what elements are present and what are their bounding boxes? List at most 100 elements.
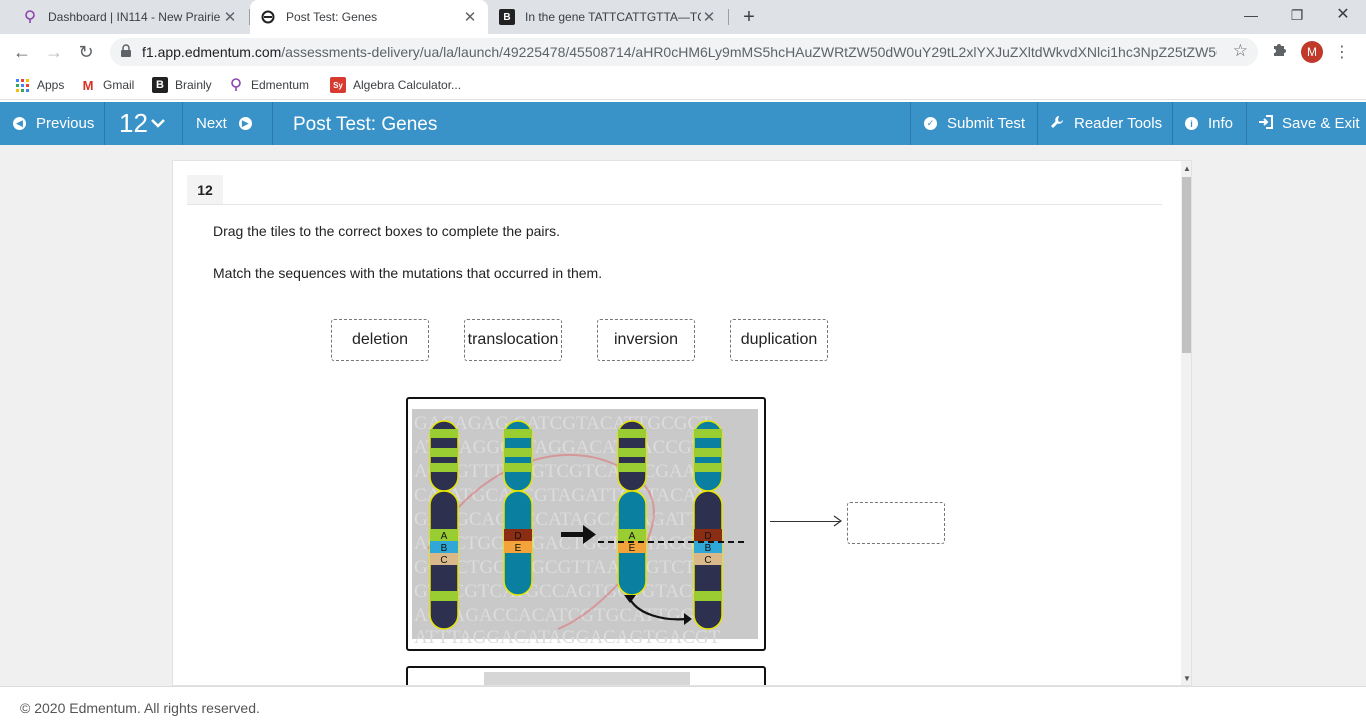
chromosome-diagram: GACAGAG CATCGTACATTGCGCT ATTTAGGCATAGGAC… (412, 409, 758, 648)
save-exit-label: Save & Exit (1282, 115, 1360, 132)
header-divider (182, 102, 183, 145)
back-arrow-icon[interactable]: ← (10, 40, 34, 64)
tile-inversion[interactable]: inversion (597, 319, 695, 361)
scrollbar-thumb[interactable] (1182, 177, 1191, 353)
bookmark-apps[interactable]: Apps (14, 76, 64, 94)
gene-label: B (705, 543, 712, 554)
new-tab-plus-icon[interactable]: + (737, 5, 761, 29)
question-panel: 12 Drag the tiles to the correct boxes t… (172, 160, 1192, 686)
submit-label: Submit Test (947, 115, 1026, 132)
info-circle-icon: i (1185, 117, 1198, 130)
menu-kebab-icon[interactable]: ⋮ (1334, 42, 1350, 62)
bookmark-label: Algebra Calculator... (353, 78, 462, 92)
figure-image (484, 672, 690, 685)
chromosome-2: D E (503, 420, 533, 596)
second-figure (406, 666, 766, 685)
copyright-text: © 2020 Edmentum. All rights reserved. (20, 700, 260, 716)
bookmarks-bar: Apps M Gmail B Brainly Edmentum Sy Algeb… (0, 70, 1366, 100)
sign-out-icon (1258, 114, 1273, 133)
previous-button[interactable]: ◀ Previous (13, 102, 94, 145)
tab-brainly[interactable]: B In the gene TATTCATTGTTA—TGA ✕ (489, 0, 727, 34)
close-icon[interactable]: ✕ (462, 8, 478, 26)
svg-text:GACAGAG CATCGTACATTGCGCT: GACAGAG CATCGTACATTGCGCT (414, 413, 712, 434)
bookmark-label: Brainly (175, 78, 212, 92)
header-divider (104, 102, 105, 145)
edmentum-icon (22, 9, 38, 25)
test-content-area: 12 Drag the tiles to the correct boxes t… (0, 145, 1366, 686)
header-divider (1037, 102, 1038, 145)
svg-text:GGGCTGCTGGCGTTAACCGTCTAG: GGGCTGCTGGCGTTAACCGTCTAG (414, 557, 722, 578)
bookmark-label: Apps (37, 78, 65, 92)
chevron-down-icon (151, 115, 165, 132)
edmentum-icon (228, 77, 244, 93)
prompt-text: Match the sequences with the mutations t… (213, 265, 603, 281)
scrollbar[interactable]: ▲ ▼ (1181, 161, 1191, 685)
tab-strip: Dashboard | IN114 - New Prairie ✕ Post T… (0, 0, 1366, 34)
url-text: f1.app.edmentum.com/assessments-delivery… (142, 44, 1217, 60)
minimize-icon[interactable]: — (1228, 0, 1274, 30)
tile-duplication[interactable]: duplication (730, 319, 828, 361)
info-button[interactable]: i Info (1185, 102, 1233, 145)
profile-avatar[interactable]: M (1301, 41, 1323, 63)
previous-label: Previous (36, 115, 95, 132)
close-icon[interactable]: ✕ (701, 8, 717, 26)
bookmark-star-icon[interactable]: ☆ (1233, 41, 1248, 61)
answer-drop-box[interactable] (847, 502, 945, 544)
tab-title: In the gene TATTCATTGTTA—TGA (525, 10, 701, 24)
header-divider (1246, 102, 1247, 145)
reload-icon[interactable]: ↻ (74, 40, 98, 64)
bookmark-algebra-calculator[interactable]: Sy Algebra Calculator... (330, 76, 461, 94)
arrow-left-circle-icon: ◀ (13, 117, 26, 130)
next-button[interactable]: Next ▶ (196, 102, 252, 145)
tab-post-test[interactable]: Post Test: Genes ✕ (250, 0, 488, 34)
tab-title: Dashboard | IN114 - New Prairie (48, 10, 221, 24)
svg-text:AGAGTTTGAGTCGTCATACGAATC: AGAGTTTGAGTCGTCATACGAATC (414, 461, 719, 482)
header-divider (910, 102, 911, 145)
close-icon[interactable]: ✕ (222, 8, 238, 26)
browser-toolbar: ← → ↻ f1.app.edmentum.com/assessments-de… (0, 34, 1366, 70)
restore-icon[interactable]: ❐ (1274, 0, 1320, 30)
bookmark-label: Gmail (103, 78, 135, 92)
symbolab-icon: Sy (330, 77, 346, 93)
address-bar[interactable]: f1.app.edmentum.com/assessments-delivery… (110, 38, 1258, 66)
question-number-dropdown[interactable]: 12 (119, 102, 165, 145)
test-title: Post Test: Genes (293, 114, 438, 135)
gene-label: A (629, 531, 636, 542)
gene-label: C (440, 555, 447, 566)
info-label: Info (1208, 115, 1234, 132)
gene-label: D (704, 531, 711, 542)
extensions-puzzle-icon[interactable] (1269, 42, 1289, 62)
tab-title: Post Test: Genes (286, 10, 378, 24)
bookmark-edmentum[interactable]: Edmentum (228, 76, 309, 94)
reader-tools-button[interactable]: Reader Tools (1050, 102, 1162, 145)
wrench-icon (1050, 115, 1064, 133)
tab-divider (728, 9, 729, 25)
window-close-icon[interactable]: ✕ (1320, 0, 1366, 30)
bookmark-label: Edmentum (251, 78, 310, 92)
chromosome-figure: GACAGAG CATCGTACATTGCGCT ATTTAGGCATAGGAC… (406, 397, 766, 651)
question-number-label: 12 (187, 175, 223, 205)
tile-translocation[interactable]: translocation (464, 319, 562, 361)
save-exit-button[interactable]: Save & Exit (1258, 102, 1360, 145)
svg-text:GTACGTCATGCCAGTGCTGTACCT: GTACGTCATGCCAGTGCTGTACCT (414, 581, 716, 602)
forward-arrow-icon[interactable]: → (42, 40, 66, 64)
tile-deletion[interactable]: deletion (331, 319, 429, 361)
scroll-up-icon[interactable]: ▲ (1183, 164, 1191, 173)
url-path: /assessments-delivery/ua/la/launch/49225… (281, 44, 1217, 60)
gene-label: D (514, 531, 521, 542)
bookmark-gmail[interactable]: M Gmail (80, 76, 135, 94)
url-host: f1.app.edmentum.com (142, 44, 282, 60)
scroll-down-icon[interactable]: ▼ (1183, 674, 1191, 683)
submit-test-button[interactable]: ✓ Submit Test (924, 102, 1025, 145)
chromosome-3: A E (617, 420, 647, 596)
arrow-right-circle-icon: ▶ (238, 117, 252, 130)
tab-dashboard[interactable]: Dashboard | IN114 - New Prairie ✕ (12, 0, 248, 34)
arrow-right-icon (833, 515, 843, 530)
reader-tools-label: Reader Tools (1074, 115, 1163, 132)
bookmark-brainly[interactable]: B Brainly (152, 76, 212, 94)
apps-grid-icon (14, 77, 30, 93)
check-circle-icon: ✓ (924, 117, 937, 130)
chromosome-4: D B C (693, 420, 723, 630)
gene-label: B (441, 543, 448, 554)
lock-icon (120, 44, 132, 58)
